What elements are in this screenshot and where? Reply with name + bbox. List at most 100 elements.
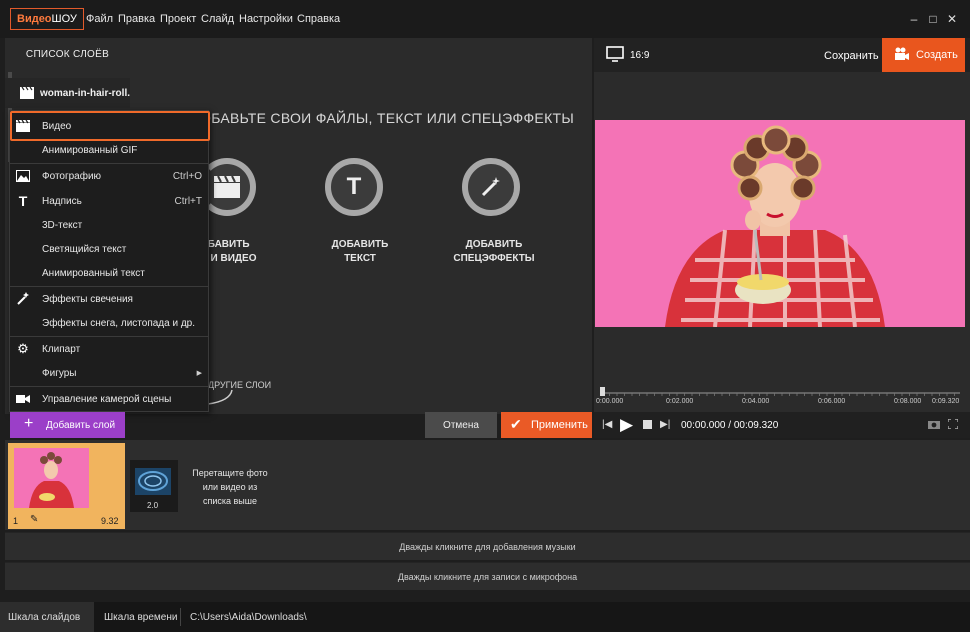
clapperboard-icon (214, 176, 240, 198)
text-icon: T (18, 193, 28, 209)
current-path: C:\Users\Aida\Downloads\ (190, 611, 307, 623)
add-photo-video-line1: ОБАВИТЬ (200, 239, 250, 250)
menu-item-shapes[interactable]: Фигуры ▶ (10, 361, 208, 385)
menu-item-photo[interactable]: Фотографию Ctrl+O (10, 164, 208, 188)
snapshot-icon[interactable] (928, 419, 940, 432)
ruler-label: 0:08.000 (894, 398, 922, 405)
gear-icon: ⚙ (17, 341, 29, 356)
ruler-label: 0:06.000 (818, 398, 846, 405)
close-icon[interactable]: ✕ (945, 12, 959, 26)
forward-icon[interactable]: ▶| (660, 419, 670, 430)
add-layer-label: Добавить слой (46, 419, 116, 431)
menu-item-label: Фигуры (42, 367, 77, 379)
menu-item-label: Анимированный GIF (42, 144, 138, 156)
rewind-icon[interactable]: |◀ (602, 419, 612, 430)
menu-project[interactable]: Проект (160, 13, 196, 25)
menu-item-label: Надпись (42, 195, 82, 207)
menu-item-camera[interactable]: Управление камерой сцены (10, 387, 208, 411)
drop-hint: Перетащите фото или видео из списка выше (192, 468, 268, 506)
ruler-labels: 0:00.000 0:02.000 0:04.000 0:06.000 0:08… (596, 398, 964, 410)
add-text-label: ДОБАВИТЬ ТЕКСТ (317, 238, 403, 266)
add-effects-line1: ДОБАВИТЬ (465, 239, 523, 250)
add-effects-label: ДОБАВИТЬ СПЕЦЭФФЕКТЫ (449, 238, 539, 266)
add-text-line1: ДОБАВИТЬ (331, 239, 389, 250)
menu-item-shortcut: Ctrl+O (172, 170, 202, 182)
menu-item-snow-effects[interactable]: Эффекты снега, листопада и др. (10, 311, 208, 335)
menu-item-animated-gif[interactable]: Анимированный GIF (10, 138, 208, 162)
text-icon: T (346, 173, 362, 200)
minimize-icon[interactable]: – (907, 12, 921, 26)
divider (180, 608, 181, 626)
cancel-button[interactable]: Отмена (425, 412, 497, 438)
slide-1-duration: 9.32 (101, 516, 119, 526)
slide-1-thumbnail[interactable] (14, 448, 89, 508)
mic-track[interactable]: Дважды кликните для записи с микрофона (5, 562, 970, 590)
menu-slide[interactable]: Слайд (201, 13, 234, 25)
maximize-icon[interactable]: □ (926, 12, 940, 26)
ruler-label: 0:02.000 (666, 398, 694, 405)
ruler-label: 0:00.000 (596, 398, 624, 405)
pencil-icon[interactable]: ✎ (30, 514, 38, 525)
film-camera-icon (894, 47, 910, 64)
tab-time-timeline[interactable]: Шкала времени (96, 602, 185, 632)
submenu-arrow-icon: ▶ (196, 370, 202, 377)
save-button[interactable]: Сохранить (824, 50, 879, 62)
menu-item-3d-text[interactable]: 3D-текст (10, 213, 208, 237)
camera-icon (15, 391, 31, 407)
ruler-label: 0:09.320 (932, 398, 960, 405)
transition-thumbnail[interactable] (135, 468, 171, 495)
menu-item-label: Анимированный текст (42, 267, 145, 279)
slide-1-number: 1 (13, 516, 19, 526)
music-track[interactable]: Дважды кликните для добавления музыки (5, 532, 970, 560)
stop-icon[interactable] (643, 420, 652, 429)
menu-item-label: 3D-текст (42, 219, 83, 231)
clapperboard-icon (20, 86, 34, 102)
menu-edit[interactable]: Правка (118, 13, 155, 25)
add-photo-video-label: ОБАВИТЬ О И ВИДЕО (200, 238, 270, 266)
layers-panel-title: СПИСОК СЛОЁВ (25, 48, 110, 60)
add-text-button[interactable]: T (325, 158, 383, 216)
create-label: Создать (916, 49, 958, 61)
add-photo-video-line2: О И ВИДЕО (200, 253, 257, 264)
menu-item-glow-effects[interactable]: Эффекты свечения (10, 287, 208, 311)
play-icon[interactable]: ▶ (620, 415, 633, 435)
apply-label: Применить (531, 419, 588, 431)
logo-text-part1: Видео (17, 13, 52, 25)
menu-settings[interactable]: Настройки (239, 13, 293, 25)
app-logo: Видео ШОУ (10, 8, 84, 30)
add-effects-line2: СПЕЦЭФФЕКТЫ (453, 253, 535, 264)
apply-button[interactable]: ✔ Применить (501, 412, 592, 438)
tab-slides-timeline[interactable]: Шкала слайдов (0, 602, 94, 632)
menu-item-label: Фотографию (42, 170, 102, 182)
magic-wand-icon (481, 177, 500, 197)
fullscreen-icon[interactable] (947, 418, 959, 432)
menu-item-label: Управление камерой сцены (42, 393, 172, 405)
ruler-label: 0:04.000 (742, 398, 770, 405)
add-text-line2: ТЕКСТ (344, 253, 376, 264)
add-effects-button[interactable] (462, 158, 520, 216)
menu-item-label: Эффекты снега, листопада и др. (42, 317, 196, 329)
center-headline: ОБАВЬТЕ СВОИ ФАЙЛЫ, ТЕКСТ ИЛИ СПЕЦЭФФЕКТ… (200, 110, 575, 126)
add-layer-button[interactable]: + Добавить слой (10, 412, 125, 438)
monitor-icon[interactable] (606, 46, 624, 65)
image-icon (15, 168, 31, 184)
aspect-ratio[interactable]: 16:9 (630, 50, 649, 61)
menu-item-caption[interactable]: T Надпись Ctrl+T (10, 189, 208, 213)
menu-item-clipart[interactable]: ⚙ Клипарт (10, 337, 208, 361)
menu-item-glow-text[interactable]: Светящийся текст (10, 237, 208, 261)
menu-item-label: Эффекты свечения (42, 293, 133, 305)
menu-help[interactable]: Справка (297, 13, 340, 25)
selected-item-highlight (10, 111, 210, 141)
playhead-handle[interactable] (600, 387, 605, 396)
transition-duration: 2.0 (147, 501, 159, 510)
other-layers-label: ДРУГИЕ СЛОИ (208, 380, 272, 390)
magic-wand-icon (15, 291, 31, 307)
plus-icon: + (24, 415, 34, 432)
preview-image (595, 120, 965, 327)
create-button[interactable]: Создать (882, 38, 965, 72)
menu-item-shortcut: Ctrl+T (174, 195, 203, 207)
menu-item-label: Клипарт (42, 343, 81, 355)
menu-file[interactable]: Файл (86, 13, 113, 25)
check-icon: ✔ (510, 416, 522, 432)
menu-item-animated-text[interactable]: Анимированный текст (10, 261, 208, 285)
